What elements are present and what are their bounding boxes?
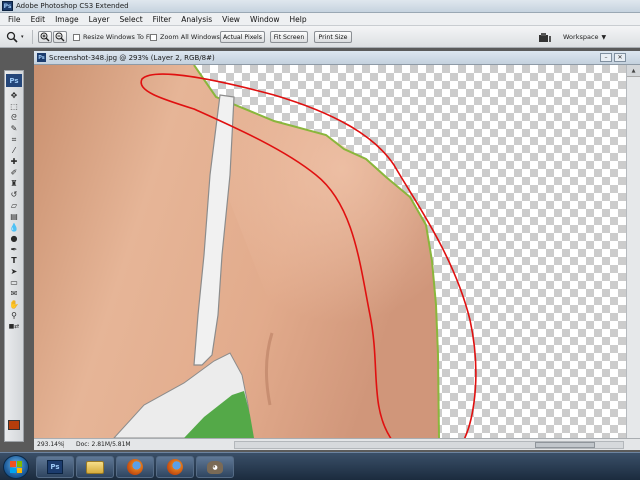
document-window: Ps Screenshot-348.jpg @ 293% (Layer 2, R…: [34, 51, 640, 450]
taskbar-firefox-1[interactable]: [116, 456, 154, 478]
blur-tool-icon[interactable]: 💧: [6, 222, 22, 233]
hand-tool-icon[interactable]: ✋: [6, 299, 22, 310]
menu-analysis[interactable]: Analysis: [176, 15, 217, 24]
zoom-all-windows-label: Zoom All Windows: [160, 33, 220, 41]
zoom-out-button[interactable]: [53, 31, 67, 43]
taskbar-explorer[interactable]: [76, 456, 114, 478]
firefox-icon: [167, 459, 183, 475]
type-tool-icon[interactable]: T: [6, 255, 22, 266]
window-title: Adobe Photoshop CS3 Extended: [16, 2, 129, 10]
document-tab[interactable]: Ps Screenshot-348.jpg @ 293% (Layer 2, R…: [34, 51, 640, 65]
firefox-icon: [127, 459, 143, 475]
menu-file[interactable]: File: [3, 15, 26, 24]
document-icon: Ps: [37, 53, 46, 62]
zoom-tool-box-icon[interactable]: ⚲: [6, 310, 22, 321]
status-bar: 293.14% Doc: 2.81M/5.81M: [34, 438, 640, 450]
horizontal-scrollbar[interactable]: [234, 441, 624, 449]
brush-tool-icon[interactable]: ✐: [6, 167, 22, 178]
taskbar-photoshop[interactable]: Ps: [36, 456, 74, 478]
workspace-switcher[interactable]: [538, 31, 552, 43]
dodge-tool-icon[interactable]: ●: [6, 233, 22, 244]
menu-window[interactable]: Window: [245, 15, 285, 24]
zoom-tool-icon: [6, 31, 18, 43]
checkbox-icon: [73, 33, 80, 41]
photoshop-icon: Ps: [2, 1, 13, 11]
notes-tool-icon[interactable]: ✉: [6, 288, 22, 299]
chevron-down-icon: ▾: [21, 34, 24, 40]
minimize-button[interactable]: –: [600, 53, 612, 62]
menu-view[interactable]: View: [217, 15, 245, 24]
scroll-thumb[interactable]: [535, 442, 595, 448]
lasso-tool-icon[interactable]: ᘓ: [6, 112, 22, 123]
workspace-menu[interactable]: Workspace ▼: [563, 31, 606, 43]
options-bar: ▾ Resize Windows To Fit Zoom All Windows…: [0, 26, 640, 48]
eraser-tool-icon[interactable]: ▱: [6, 200, 22, 211]
crop-tool-icon[interactable]: ⌗: [6, 134, 22, 145]
vertical-scrollbar[interactable]: ▲: [626, 65, 640, 438]
clone-stamp-tool-icon[interactable]: ♜: [6, 178, 22, 189]
foreground-color-swatch[interactable]: [8, 420, 20, 430]
divider: [32, 30, 33, 44]
caret-down-icon: ▼: [601, 33, 607, 41]
default-colors-icon[interactable]: ■⇄: [6, 321, 22, 332]
start-button[interactable]: [3, 455, 29, 479]
windows-logo-icon: [10, 461, 22, 473]
toolbox-panel: Ps ✥ ⬚ ᘓ ✎ ⌗ ⁄ ✚ ✐ ♜ ↺ ▱ ▤ 💧 ● ✒ T ➤ ▭ ✉…: [4, 70, 24, 442]
canvas-artwork: [34, 65, 477, 438]
title-bar: Ps Adobe Photoshop CS3 Extended: [0, 0, 640, 13]
menu-bar: File Edit Image Layer Select Filter Anal…: [0, 13, 640, 26]
resize-windows-checkbox[interactable]: Resize Windows To Fit: [73, 31, 154, 43]
scroll-up-icon[interactable]: ▲: [627, 65, 640, 77]
fit-screen-button[interactable]: Fit Screen: [270, 31, 308, 43]
resize-windows-label: Resize Windows To Fit: [83, 33, 154, 41]
photoshop-icon: Ps: [47, 460, 63, 474]
menu-layer[interactable]: Layer: [84, 15, 115, 24]
menu-image[interactable]: Image: [50, 15, 84, 24]
taskbar-gimp[interactable]: ◕: [196, 456, 234, 478]
photoshop-logo: Ps: [6, 74, 22, 87]
marquee-tool-icon[interactable]: ⬚: [6, 101, 22, 112]
actual-pixels-button[interactable]: Actual Pixels: [220, 31, 265, 43]
zoom-level[interactable]: 293.14%: [34, 441, 64, 448]
workspace-label: Workspace: [563, 33, 599, 41]
workspace-icon: [539, 32, 551, 42]
zoom-out-icon: [55, 32, 65, 42]
close-button[interactable]: ✕: [614, 53, 626, 62]
zoom-tool-preset[interactable]: ▾: [6, 31, 24, 43]
zoom-in-icon: [40, 32, 50, 42]
gimp-icon: ◕: [207, 460, 223, 474]
history-brush-tool-icon[interactable]: ↺: [6, 189, 22, 200]
document-title: Screenshot-348.jpg @ 293% (Layer 2, RGB/…: [49, 53, 215, 62]
zoom-in-button[interactable]: [38, 31, 52, 43]
taskbar-firefox-2[interactable]: [156, 456, 194, 478]
image-canvas[interactable]: [34, 65, 626, 438]
checkbox-icon: [150, 33, 157, 41]
print-size-button[interactable]: Print Size: [314, 31, 352, 43]
gradient-tool-icon[interactable]: ▤: [6, 211, 22, 222]
healing-brush-tool-icon[interactable]: ✚: [6, 156, 22, 167]
eyedropper-tool-icon[interactable]: ⁄: [6, 145, 22, 156]
menu-filter[interactable]: Filter: [148, 15, 177, 24]
move-tool-icon[interactable]: ✥: [6, 90, 22, 101]
quick-select-tool-icon[interactable]: ✎: [6, 123, 22, 134]
document-size-info: Doc: 2.81M/5.81M: [76, 441, 131, 448]
shape-tool-icon[interactable]: ▭: [6, 277, 22, 288]
windows-taskbar: Ps ◕: [0, 452, 640, 480]
menu-edit[interactable]: Edit: [26, 15, 51, 24]
folder-icon: [86, 460, 104, 474]
menu-select[interactable]: Select: [115, 15, 148, 24]
zoom-all-windows-checkbox[interactable]: Zoom All Windows: [150, 31, 220, 43]
menu-help[interactable]: Help: [285, 15, 312, 24]
path-select-tool-icon[interactable]: ➤: [6, 266, 22, 277]
pen-tool-icon[interactable]: ✒: [6, 244, 22, 255]
